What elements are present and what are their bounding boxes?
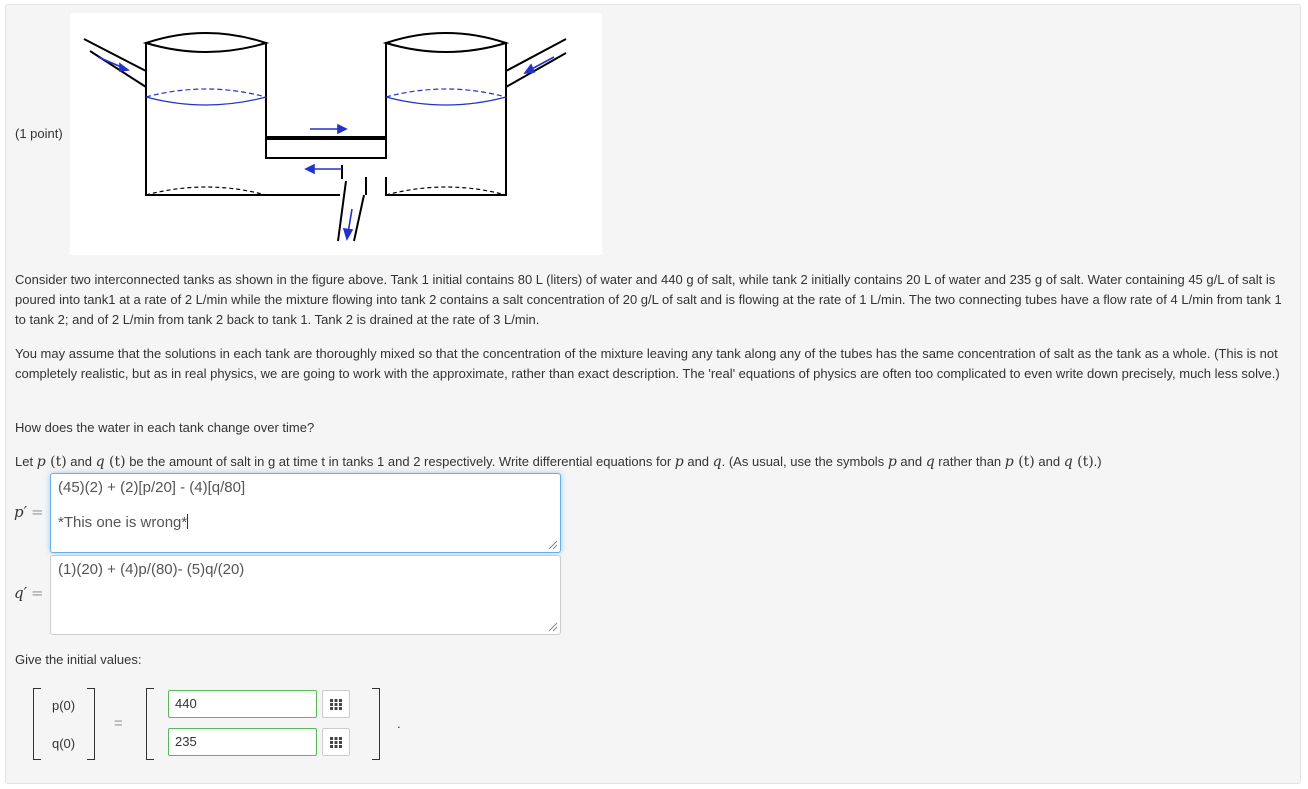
initial-values-prompt: Give the initial values: [15, 652, 142, 667]
right-matrix-bracket-open [146, 688, 154, 760]
q-prime-answer-field[interactable]: (1)(20) + (4)p/(80)- (5)q/(20) [50, 555, 561, 635]
p-prime-answer-field[interactable]: (45)(2) + (2)[p/20] - (4)[q/80] *This on… [50, 473, 561, 553]
p-answer-line-1: (45)(2) + (2)[p/20] - (4)[q/80] [58, 479, 246, 496]
left-matrix-bracket-close [87, 688, 95, 760]
resize-grip-icon[interactable] [548, 540, 558, 550]
p-prime-label: p′ = [14, 503, 44, 521]
point-value: (1 point) [15, 126, 63, 141]
q0-input[interactable]: 235 [168, 728, 317, 756]
math-palette-button-q0[interactable] [322, 728, 350, 756]
tank-figure [70, 13, 602, 255]
trailing-period: . [397, 716, 401, 731]
question-text: How does the water in each tank change o… [15, 420, 315, 435]
math-palette-button-p0[interactable] [322, 690, 350, 718]
grid-icon [330, 699, 342, 710]
resize-grip-icon[interactable] [548, 622, 558, 632]
right-matrix-bracket-close [372, 688, 380, 760]
problem-paragraph-1: Consider two interconnected tanks as sho… [15, 272, 1282, 327]
p0-input[interactable]: 440 [168, 690, 317, 718]
q-answer-line-1: (1)(20) + (4)p/(80)- (5)q/(20) [58, 561, 245, 578]
grid-icon [330, 737, 342, 748]
p0-label: p(0) [52, 698, 76, 713]
left-matrix-bracket-open [33, 688, 41, 760]
let-statement: Let p (t) and q (t) be the amount of sal… [15, 454, 1102, 470]
matrix-equals-sign: = [114, 715, 123, 732]
tank-diagram-svg [83, 32, 567, 242]
problem-paragraph-2: You may assume that the solutions in eac… [15, 346, 1280, 381]
q-prime-label: q′ = [14, 584, 44, 602]
p-answer-line-2: *This one is wrong* [58, 514, 189, 531]
q0-label: q(0) [52, 736, 76, 751]
